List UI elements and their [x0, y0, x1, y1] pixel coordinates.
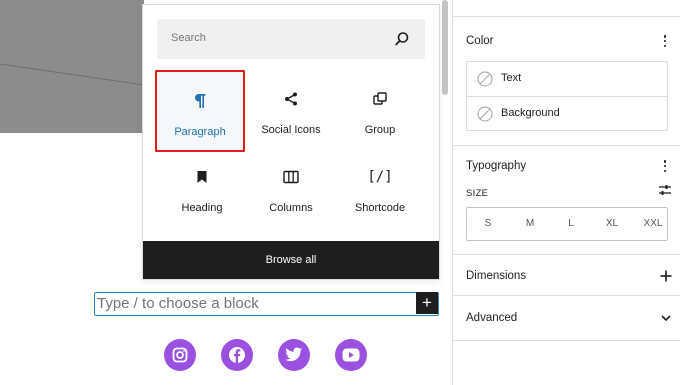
divider — [453, 295, 680, 296]
block-inserter-popover: Search Paragraph Social Icons Group Head… — [142, 4, 440, 280]
settings-sidebar: Color Text Background Typography SIZE S — [452, 0, 680, 385]
block-appender-placeholder: Type / to choose a block — [97, 295, 259, 312]
shortcode-icon: [/] — [367, 169, 393, 185]
color-panel-title: Color — [466, 35, 494, 47]
font-size-xl[interactable]: XL — [597, 218, 627, 229]
twitter-icon[interactable] — [278, 339, 310, 371]
font-size-s[interactable]: S — [473, 218, 503, 229]
instagram-icon[interactable] — [164, 339, 196, 371]
typography-options-icon[interactable] — [661, 158, 669, 174]
color-item-label: Text — [501, 72, 522, 84]
bookmark-icon — [157, 168, 247, 186]
dimensions-panel-title[interactable]: Dimensions — [466, 270, 526, 282]
block-item-label: Shortcode — [354, 202, 406, 214]
size-label: SIZE — [466, 188, 489, 199]
font-size-picker: S M L XL XXL — [466, 207, 668, 241]
empty-swatch-icon — [477, 106, 493, 122]
add-block-button[interactable]: + — [416, 292, 438, 314]
divider — [453, 145, 680, 146]
block-item-social-icons[interactable]: Social Icons — [246, 70, 336, 152]
block-item-heading[interactable]: Heading — [157, 148, 247, 230]
image-block[interactable] — [0, 0, 144, 133]
color-item-background[interactable]: Background — [467, 97, 667, 131]
block-item-columns[interactable]: Columns — [246, 148, 336, 230]
block-item-label: Group — [364, 124, 396, 136]
plus-icon[interactable] — [660, 270, 672, 282]
font-size-xxl[interactable]: XXL — [638, 218, 668, 229]
block-search-input[interactable]: Search — [157, 19, 425, 59]
block-item-label: Social Icons — [261, 124, 321, 136]
columns-icon — [246, 168, 336, 186]
color-item-text[interactable]: Text — [467, 62, 667, 96]
image-placeholder-line — [0, 63, 144, 86]
color-item-label: Background — [501, 107, 560, 119]
color-options-list: Text Background — [466, 61, 668, 131]
typography-panel-title: Typography — [466, 160, 527, 172]
divider — [453, 340, 680, 341]
chevron-down-icon[interactable] — [660, 312, 672, 324]
divider — [453, 16, 680, 17]
paragraph-icon — [157, 92, 243, 110]
custom-size-icon[interactable] — [658, 183, 672, 197]
divider — [453, 254, 680, 255]
font-size-l[interactable]: L — [556, 218, 586, 229]
search-icon — [395, 32, 409, 46]
facebook-icon[interactable] — [221, 339, 253, 371]
block-item-label: Heading — [181, 202, 223, 214]
share-icon — [246, 90, 336, 108]
block-appender[interactable]: Type / to choose a block + — [94, 292, 439, 316]
block-item-label: Columns — [269, 202, 313, 214]
canvas-scrollbar-thumb[interactable] — [442, 0, 448, 95]
group-icon — [335, 90, 425, 108]
block-item-label: Paragraph — [174, 126, 226, 138]
browse-all-button[interactable]: Browse all — [143, 241, 439, 279]
block-item-group[interactable]: Group — [335, 70, 425, 152]
color-options-icon[interactable] — [661, 33, 669, 49]
search-placeholder: Search — [171, 32, 206, 44]
empty-swatch-icon — [477, 71, 493, 87]
font-size-m[interactable]: M — [515, 218, 545, 229]
block-item-shortcode[interactable]: [/] Shortcode — [335, 148, 425, 230]
youtube-icon[interactable] — [335, 339, 367, 371]
advanced-panel-title[interactable]: Advanced — [466, 312, 517, 324]
block-item-paragraph[interactable]: Paragraph — [155, 70, 245, 152]
